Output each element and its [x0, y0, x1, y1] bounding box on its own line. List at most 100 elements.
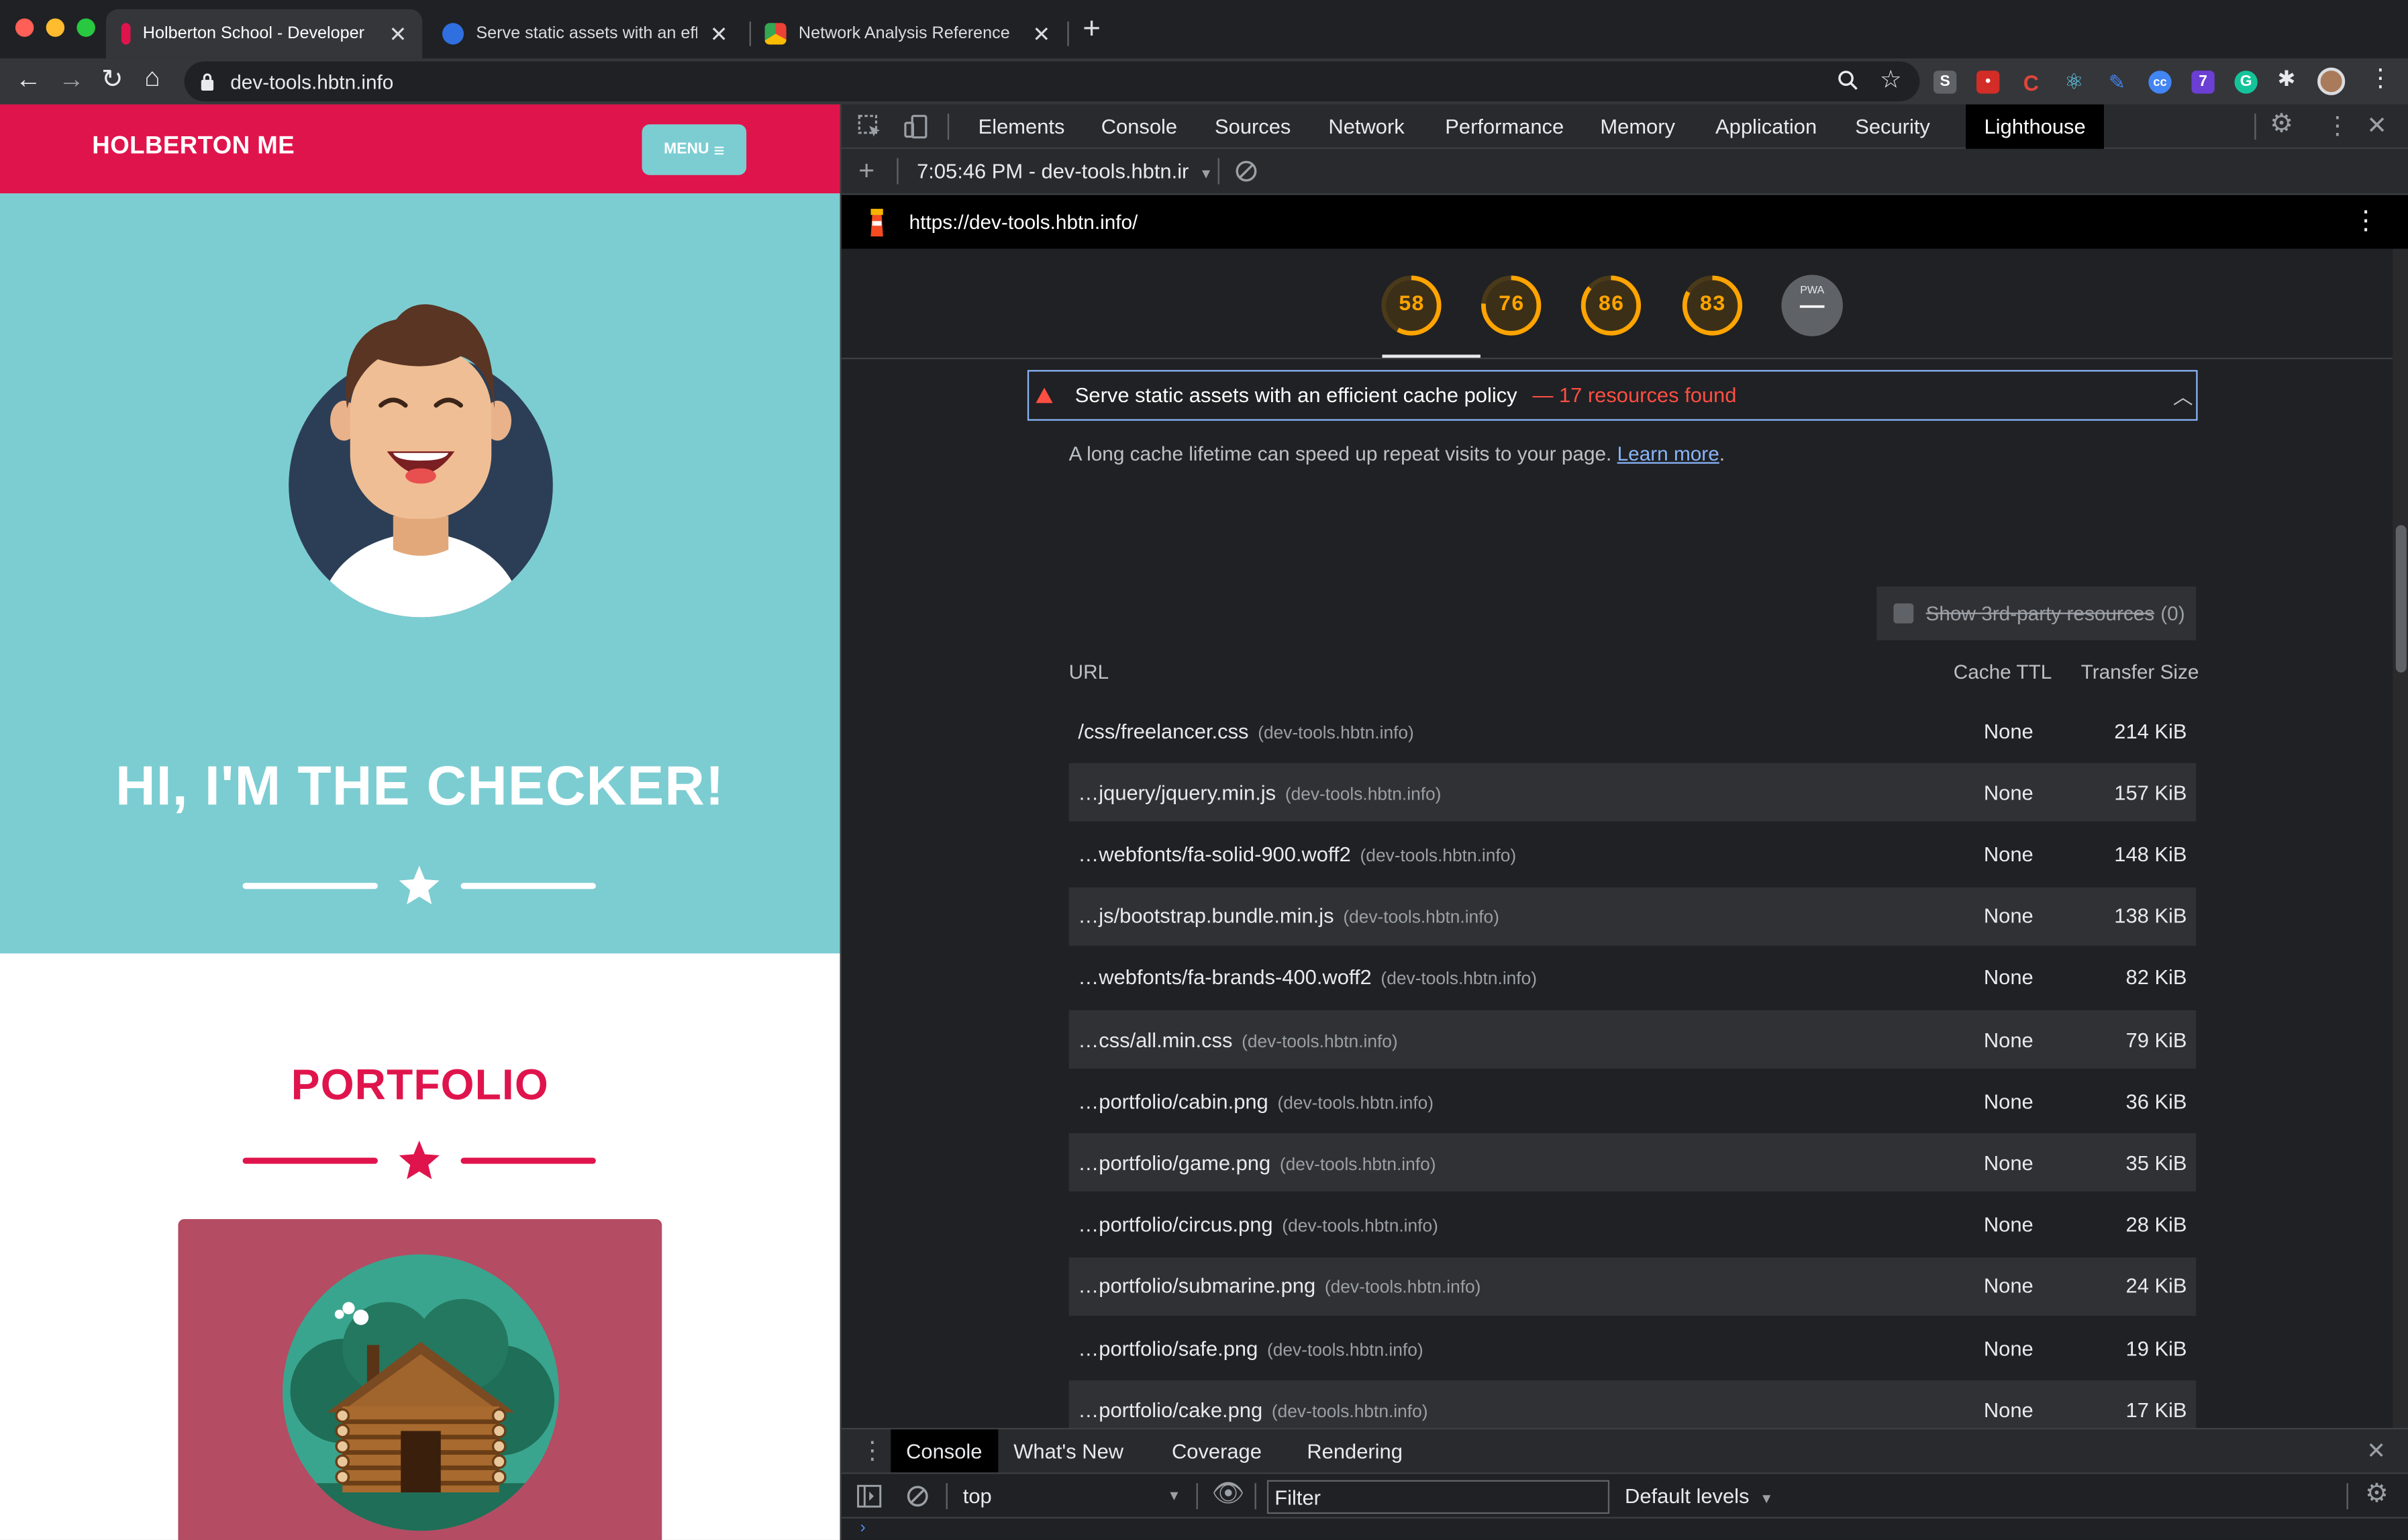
extension-badge-icon[interactable]: 7	[2191, 70, 2215, 94]
forward-arrow-icon[interactable]: →	[58, 64, 85, 95]
device-toolbar-icon[interactable]	[903, 113, 930, 140]
table-row[interactable]: …webfonts/fa-solid-900.woff2 (dev-tools.h…	[1069, 825, 2197, 883]
tab-memory[interactable]: Memory	[1582, 105, 1694, 149]
table-row[interactable]: …js/bootstrap.bundle.min.js (dev-tools.hb…	[1068, 887, 2197, 945]
report-menu-icon[interactable]: ⋮	[2353, 205, 2379, 236]
new-tab-button[interactable]: +	[1083, 12, 1101, 48]
resource-url[interactable]: /css/freelancer.css (dev-tools.hbtn.info)	[1078, 720, 1413, 742]
tab-elements[interactable]: Elements	[960, 105, 1083, 149]
portfolio-item-cabin[interactable]	[178, 1218, 662, 1540]
report-scrollbar[interactable]	[2393, 248, 2408, 1429]
inspect-element-icon[interactable]	[857, 113, 883, 140]
new-report-plus-icon[interactable]: +	[858, 155, 874, 187]
close-devtools-icon[interactable]: ✕	[2366, 111, 2387, 142]
table-row[interactable]: …portfolio/cabin.png (dev-tools.hbtn.info…	[1069, 1072, 2197, 1130]
browser-menu-icon[interactable]: ⋮	[2368, 63, 2393, 94]
tab-network[interactable]: Network	[1310, 105, 1423, 149]
resource-url[interactable]: …js/bootstrap.bundle.min.js (dev-tools.hb…	[1078, 904, 1499, 927]
tab-application[interactable]: Application	[1697, 105, 1836, 149]
reload-icon[interactable]: ↻	[101, 64, 123, 95]
resource-url[interactable]: …jquery/jquery.min.js (dev-tools.hbtn.inf…	[1078, 781, 1441, 804]
back-arrow-icon[interactable]: ←	[15, 64, 42, 95]
console-filter-input[interactable]	[1266, 1480, 1610, 1514]
table-row[interactable]: …jquery/jquery.min.js (dev-tools.hbtn.inf…	[1068, 763, 2197, 822]
drawer-tab-rendering[interactable]: Rendering	[1291, 1429, 1417, 1474]
extension-c-icon[interactable]: C	[2019, 70, 2042, 95]
avatar[interactable]	[2317, 67, 2346, 95]
gauge-best-practices[interactable]: 86	[1581, 275, 1642, 336]
close-icon[interactable]: ✕	[710, 21, 728, 47]
resource-url[interactable]: …portfolio/cake.png (dev-tools.hbtn.info)	[1078, 1398, 1427, 1421]
third-party-filter[interactable]: Show 3rd-party resources (0)	[1876, 586, 2197, 640]
context-selector[interactable]: top ▼	[963, 1485, 1181, 1508]
drawer-menu-icon[interactable]: ⋮	[860, 1435, 885, 1466]
tab-security[interactable]: Security	[1837, 105, 1949, 149]
table-row[interactable]: /css/freelancer.css (dev-tools.hbtn.info)…	[1069, 702, 2197, 760]
audit-header-uses-long-cache-ttl[interactable]: Serve static assets with an efficient ca…	[1027, 370, 2198, 421]
drawer-tab-coverage[interactable]: Coverage	[1156, 1429, 1277, 1474]
window-minimize-button[interactable]	[46, 18, 65, 37]
extension-s-icon[interactable]: S	[1933, 70, 1957, 94]
close-drawer-icon[interactable]: ✕	[2366, 1437, 2386, 1465]
home-icon[interactable]: ⌂	[144, 63, 160, 94]
tab-performance[interactable]: Performance	[1427, 105, 1583, 149]
lighthouse-report-body: Serve static assets with an efficient ca…	[841, 359, 2393, 1429]
extension-grammarly-icon[interactable]: G	[2234, 70, 2258, 94]
window-close-button[interactable]	[15, 18, 34, 37]
settings-gear-icon[interactable]: ⚙	[2270, 109, 2293, 140]
resource-url[interactable]: …portfolio/submarine.png (dev-tools.hbtn.…	[1078, 1275, 1481, 1298]
console-prompt-chevron-icon[interactable]: ›	[860, 1519, 865, 1537]
extension-react-icon[interactable]: ⚛	[2062, 69, 2085, 94]
table-row[interactable]: …webfonts/fa-brands-400.woff2 (dev-tools.…	[1069, 949, 2197, 1007]
table-row[interactable]: …portfolio/submarine.png (dev-tools.hbtn.…	[1068, 1257, 2197, 1316]
table-row[interactable]: …portfolio/safe.png (dev-tools.hbtn.info)…	[1069, 1319, 2197, 1378]
browser-tab[interactable]: Network Analysis Reference ✕	[750, 9, 1066, 58]
resource-url[interactable]: …webfonts/fa-solid-900.woff2 (dev-tools.h…	[1078, 843, 1516, 865]
gauge-performance[interactable]: 58	[1381, 275, 1442, 336]
gauge-pwa[interactable]: PWA —	[1781, 275, 1843, 336]
close-icon[interactable]: ✕	[1032, 21, 1050, 47]
resource-url[interactable]: …webfonts/fa-brands-400.woff2 (dev-tools.…	[1078, 966, 1537, 989]
drawer-tab-console[interactable]: Console	[891, 1429, 998, 1474]
table-row[interactable]: …portfolio/circus.png (dev-tools.hbtn.inf…	[1069, 1196, 2197, 1254]
browser-tab[interactable]: Serve static assets with an effi ✕	[427, 9, 743, 58]
site-brand[interactable]: HOLBERTON ME	[92, 134, 295, 161]
more-options-icon[interactable]: ⋮	[2325, 111, 2350, 142]
tab-sources[interactable]: Sources	[1197, 105, 1309, 149]
extension-lastpass-icon[interactable]: •	[1976, 70, 2000, 94]
third-party-checkbox[interactable]	[1893, 603, 1914, 624]
learn-more-link[interactable]: Learn more	[1617, 442, 1719, 465]
extensions-puzzle-icon[interactable]: ✱	[2278, 66, 2296, 92]
clear-all-icon[interactable]	[1235, 160, 1258, 183]
resource-url[interactable]: …portfolio/safe.png (dev-tools.hbtn.info)	[1078, 1337, 1423, 1359]
bookmark-star-icon[interactable]: ☆	[1880, 64, 1902, 95]
scrollbar-thumb[interactable]	[2395, 525, 2407, 673]
table-row[interactable]: …css/all.min.css (dev-tools.hbtn.info) Non…	[1068, 1010, 2197, 1069]
drawer-tab-whats-new[interactable]: What's New	[998, 1429, 1139, 1474]
live-expression-eye-icon[interactable]: 👁	[1211, 1478, 1244, 1509]
tab-lighthouse[interactable]: Lighthouse	[1966, 104, 2105, 149]
log-levels-dropdown[interactable]: Default levels ▼	[1625, 1485, 1773, 1508]
resource-url[interactable]: …portfolio/game.png (dev-tools.hbtn.info)	[1078, 1151, 1436, 1174]
window-zoom-button[interactable]	[77, 18, 95, 37]
resource-url[interactable]: …portfolio/cabin.png (dev-tools.hbtn.info…	[1078, 1090, 1434, 1112]
extension-feather-icon[interactable]: ✎	[2105, 70, 2128, 93]
report-url[interactable]: https://dev-tools.hbtn.info/	[909, 210, 1138, 233]
report-selector[interactable]: 7:05:46 PM - dev-tools.hbtn.ir ▼	[917, 160, 1213, 183]
table-row[interactable]: …portfolio/game.png (dev-tools.hbtn.info)…	[1068, 1133, 2197, 1192]
address-bar[interactable]: dev-tools.hbtn.info	[184, 61, 1920, 101]
gauge-seo[interactable]: 83	[1682, 275, 1744, 336]
extension-cc-icon[interactable]: cc	[2148, 70, 2172, 94]
table-row[interactable]: …portfolio/cake.png (dev-tools.hbtn.info)…	[1068, 1380, 2197, 1429]
console-settings-gear-icon[interactable]: ⚙	[2365, 1478, 2389, 1509]
tab-console[interactable]: Console	[1083, 105, 1195, 149]
resource-url[interactable]: …css/all.min.css (dev-tools.hbtn.info)	[1078, 1028, 1397, 1051]
browser-tab[interactable]: Holberton School - Developer ✕	[105, 9, 423, 58]
clear-console-icon[interactable]	[906, 1485, 929, 1508]
menu-button[interactable]: MENU ≡	[642, 124, 747, 175]
sidebar-toggle-icon[interactable]	[857, 1484, 882, 1508]
gauge-accessibility[interactable]: 76	[1481, 275, 1542, 336]
close-icon[interactable]: ✕	[389, 21, 407, 47]
resource-url[interactable]: …portfolio/circus.png (dev-tools.hbtn.inf…	[1078, 1213, 1438, 1236]
zoom-icon[interactable]	[1837, 69, 1858, 91]
